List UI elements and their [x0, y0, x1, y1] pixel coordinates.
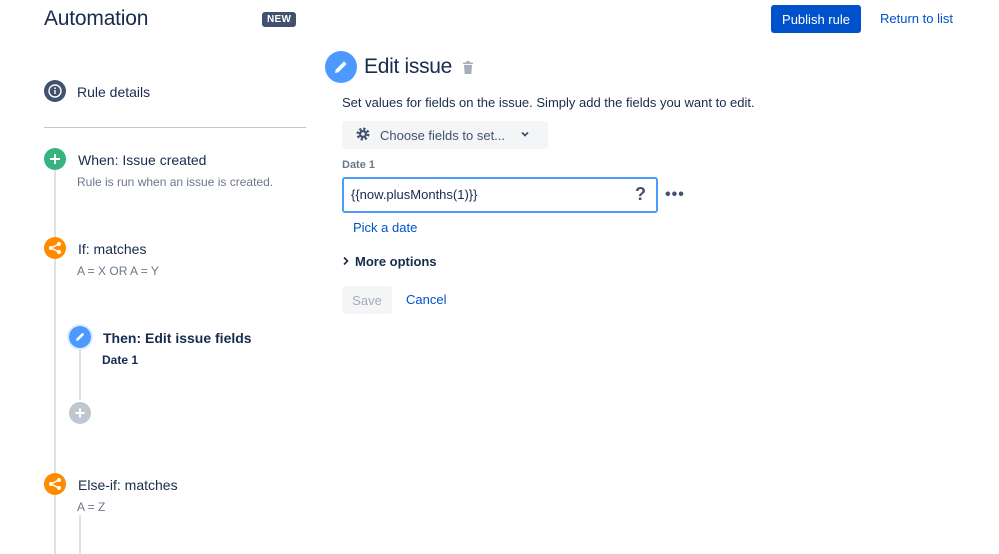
branch-icon: [44, 473, 66, 495]
condition-subtitle: A = X OR A = Y: [77, 264, 159, 278]
sidebar-divider: [44, 127, 306, 128]
plus-icon: [69, 402, 91, 424]
editor-description: Set values for fields on the issue. Simp…: [342, 95, 755, 110]
plus-icon: [44, 148, 66, 170]
flow-line: [54, 170, 56, 554]
choose-fields-label: Choose fields to set...: [380, 127, 506, 143]
branch-icon: [44, 237, 66, 259]
choose-fields-button[interactable]: Choose fields to set...: [342, 121, 548, 149]
more-actions-icon[interactable]: •••: [665, 186, 685, 204]
more-options-toggle[interactable]: More options: [342, 254, 437, 269]
action-title[interactable]: Then: Edit issue fields: [103, 330, 252, 346]
new-badge: NEW: [262, 12, 297, 27]
help-icon[interactable]: ?: [635, 184, 646, 205]
else-if-subtitle: A = Z: [77, 500, 106, 514]
date-field-input[interactable]: [351, 187, 621, 202]
chevron-down-icon: [519, 128, 531, 143]
chevron-right-icon: [342, 254, 350, 269]
editor-title: Edit issue: [364, 55, 453, 78]
trigger-subtitle: Rule is run when an issue is created.: [77, 175, 274, 189]
trigger-title[interactable]: When: Issue created: [78, 152, 206, 168]
trash-icon[interactable]: [462, 61, 474, 80]
gear-icon: [354, 125, 372, 146]
cancel-button[interactable]: Cancel: [406, 292, 446, 307]
publish-rule-button[interactable]: Publish rule: [771, 5, 861, 33]
app-title: Automation: [44, 7, 149, 30]
else-if-title[interactable]: Else-if: matches: [78, 477, 178, 493]
add-component-button[interactable]: [69, 402, 91, 424]
date-field-label: Date 1: [342, 159, 376, 171]
info-icon[interactable]: [44, 80, 66, 102]
trigger-node[interactable]: [44, 148, 66, 170]
branch-line: [79, 348, 81, 400]
branch-line-2: [79, 515, 81, 554]
return-to-list-link[interactable]: Return to list: [880, 11, 953, 26]
condition-title[interactable]: If: matches: [78, 241, 146, 257]
pick-a-date-link[interactable]: Pick a date: [353, 220, 417, 235]
pencil-icon: [325, 51, 357, 83]
action-node[interactable]: [69, 326, 91, 348]
rule-details-link[interactable]: Rule details: [77, 84, 150, 100]
condition-node[interactable]: [44, 237, 66, 259]
else-if-node[interactable]: [44, 473, 66, 495]
save-button[interactable]: Save: [342, 286, 392, 314]
date-field-container[interactable]: ?: [342, 177, 658, 213]
action-subtitle: Date 1: [102, 353, 139, 367]
more-options-label: More options: [355, 254, 437, 269]
pencil-icon: [69, 326, 91, 348]
